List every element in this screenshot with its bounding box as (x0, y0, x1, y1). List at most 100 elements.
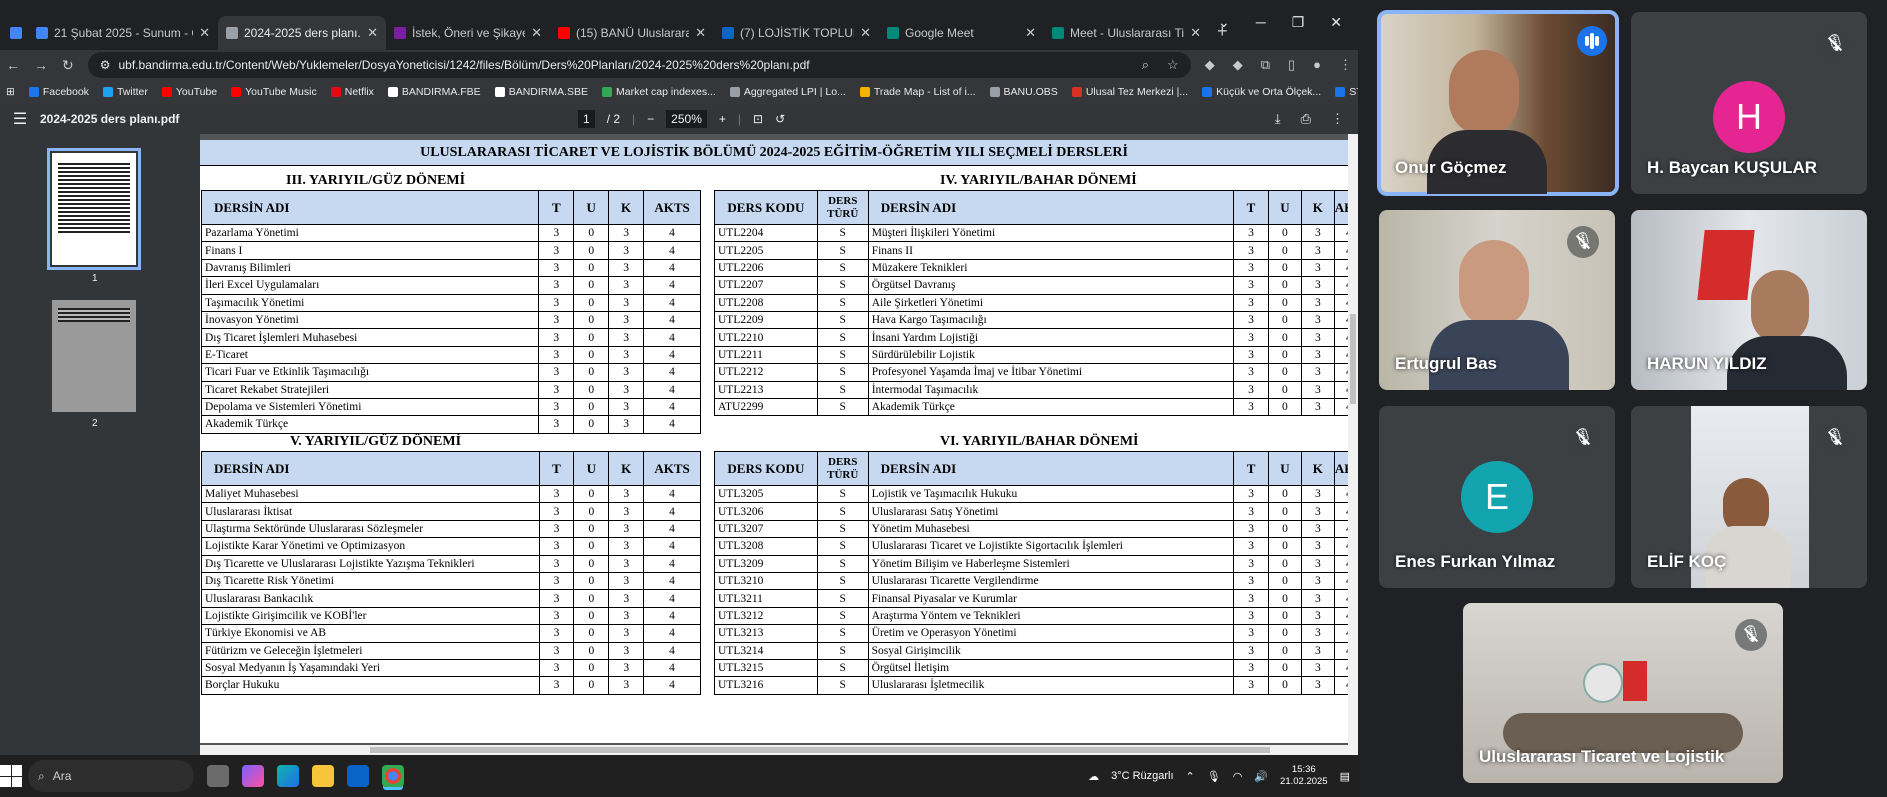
tab[interactable]: 2024-2025 ders planı.pdf ✕ (218, 16, 386, 50)
notifications-icon[interactable]: ▤ (1340, 770, 1350, 783)
more-options-icon[interactable]: ⋮ (1331, 111, 1344, 127)
extension-icon[interactable]: ◆ (1205, 57, 1215, 73)
reload-icon[interactable]: ↻ (62, 57, 74, 74)
table-cell: 3 (1300, 658, 1335, 678)
tab-close-icon[interactable]: ✕ (1190, 25, 1201, 41)
bookmark-label: Facebook (42, 86, 89, 98)
rotate-icon[interactable]: ↺ (775, 112, 785, 126)
zoom-out-icon[interactable]: − (647, 112, 654, 126)
table-cell: 0 (1267, 310, 1302, 330)
table-row: Ticaret Rekabet Stratejileri 3 0 3 4 (200, 380, 701, 399)
bookmark-item[interactable]: YouTube (161, 86, 217, 98)
zoom-in-icon[interactable]: + (719, 112, 726, 126)
bookmark-item[interactable]: YouTube Music (231, 86, 317, 98)
clock[interactable]: 15:36 21.02.2025 (1280, 764, 1328, 788)
back-icon[interactable]: ← (6, 57, 20, 73)
participant-tile[interactable]: E 🎙 Enes Furkan Yılmaz (1379, 406, 1615, 588)
apps-grid-icon[interactable]: ⊞ (6, 86, 15, 98)
taskbar-search[interactable]: ⌕ Ara (28, 760, 194, 792)
tab-close-icon[interactable]: ✕ (695, 25, 706, 41)
bookmark-item[interactable]: Ulusal Tez Merkezi |... (1071, 86, 1188, 98)
bookmark-item[interactable]: STRATEJİK YÖNETİ... (1335, 86, 1358, 98)
network-icon[interactable]: ◠ (1233, 770, 1243, 783)
pdf-viewport[interactable]: ULUSLARARASI TİCARET VE LOJİSTİK BÖLÜMÜ … (200, 134, 1358, 755)
tab[interactable]: (15) BANÜ Uluslararası Ticaret... ✕ (550, 16, 714, 50)
task-view-icon[interactable] (207, 765, 229, 787)
participant-tile[interactable]: 🎙 Uluslararası Ticaret ve Lojistik (1463, 603, 1783, 783)
bookmark-item[interactable]: Twitter (102, 86, 148, 98)
tab[interactable]: Meet - Uluslararası Ticaret ... ✕ (1044, 16, 1209, 50)
tab-close-icon[interactable]: ✕ (860, 25, 871, 41)
outlook-icon[interactable] (347, 765, 369, 787)
tab-close-icon[interactable]: ✕ (531, 25, 542, 41)
tab-close-icon[interactable]: ✕ (367, 25, 378, 41)
bookmark-item[interactable]: Trade Map - List of i... (859, 86, 976, 98)
zoom-input[interactable]: 250% (666, 110, 707, 128)
microphone-icon[interactable]: 🎙 (1207, 770, 1221, 783)
tab[interactable]: 21 Şubat 2025 - Sunum - Can... ✕ (28, 16, 218, 50)
start-button[interactable] (0, 765, 22, 787)
table-cell: 3 (1233, 276, 1269, 295)
profile-avatar[interactable]: ● (1313, 57, 1321, 73)
site-info-icon[interactable]: ⚙ (100, 58, 111, 72)
bookmark-item[interactable]: BANDIRMA.SBE (494, 86, 588, 98)
participant-tile[interactable]: 🎙 ELİF KOÇ (1631, 406, 1867, 588)
table-cell: 3 (608, 606, 645, 626)
tab-close-icon[interactable]: ✕ (199, 25, 210, 41)
tab[interactable]: (7) LOJİSTİK TOPLULUĞU BAN... ✕ (714, 16, 879, 50)
download-icon[interactable]: ⤓ (1275, 111, 1281, 127)
tab[interactable]: Google Meet ✕ (879, 16, 1044, 50)
table-row: UTL2210Sİnsani Yardım Lojistiği3034 (714, 328, 1348, 347)
chrome-icon[interactable] (382, 765, 404, 787)
fit-page-icon[interactable]: ⊡ (753, 112, 763, 126)
minimize-icon[interactable]: ─ (1256, 14, 1266, 31)
extension-icon[interactable]: ◆ (1233, 57, 1243, 73)
participant-tile[interactable]: 🎙 Ertugrul Bas (1379, 210, 1615, 390)
table-cell: Ticari Fuar ve Etkinlik Taşımacılığı (200, 363, 540, 382)
copilot-icon[interactable] (242, 765, 264, 787)
volume-icon[interactable]: 🔊 (1254, 770, 1268, 783)
print-icon[interactable]: ⎙ (1301, 111, 1311, 127)
table-cell: 3 (608, 519, 645, 539)
bookmark-item[interactable]: Aggregated LPI | Lo... (729, 86, 846, 98)
page-thumbnail-1[interactable] (47, 148, 141, 270)
tab[interactable] (2, 16, 28, 50)
address-bar[interactable]: ⚙ ubf.bandirma.edu.tr/Content/Web/Yuklem… (87, 52, 1191, 78)
bookmark-item[interactable]: BANU.OBS (989, 86, 1058, 98)
participant-tile[interactable]: Onur Göçmez (1377, 10, 1619, 196)
header-u: U (1268, 451, 1302, 486)
participant-tile[interactable]: H 🎙 H. Baycan KUŞULAR (1631, 12, 1867, 194)
tray-chevron-icon[interactable]: ⌃ (1186, 770, 1195, 783)
pdf-menu-icon[interactable]: ☰ (0, 109, 40, 129)
browser-menu-icon[interactable]: ⋮ (1339, 57, 1352, 73)
bookmark-item[interactable]: Netflix (330, 86, 374, 98)
page-thumbnail-2[interactable] (52, 300, 136, 412)
bookmark-label: Trade Map - List of i... (873, 86, 976, 98)
close-window-icon[interactable]: ✕ (1330, 14, 1342, 31)
table-cell: 4 (1333, 641, 1348, 660)
weather-text[interactable]: 3°C Rüzgarlı (1111, 770, 1173, 782)
bookmark-item[interactable]: Market cap indexes... (602, 86, 716, 98)
bookmark-item[interactable]: BANDIRMA.FBE (387, 86, 481, 98)
maximize-icon[interactable]: ❐ (1292, 14, 1305, 31)
bookmark-item[interactable]: Facebook (28, 86, 89, 98)
vertical-scrollbar[interactable] (1348, 134, 1358, 755)
tab-close-icon[interactable]: ✕ (1025, 25, 1036, 41)
participant-tile[interactable]: HARUN YILDIZ (1631, 210, 1867, 390)
extensions-puzzle-icon[interactable]: ⧉ (1261, 57, 1270, 73)
page-number-input[interactable]: 1 (578, 110, 595, 128)
table-cell: 4 (1333, 363, 1348, 382)
header-course-code: DERS KODU (714, 190, 818, 225)
table-cell: S (816, 624, 869, 643)
horizontal-scrollbar[interactable] (200, 745, 1348, 755)
side-panel-icon[interactable]: ▯ (1288, 57, 1295, 73)
zoom-icon[interactable]: ⌕ (1142, 57, 1149, 73)
forward-icon[interactable]: → (34, 57, 48, 73)
tab-favicon-icon (226, 27, 238, 39)
bookmark-star-icon[interactable]: ☆ (1167, 57, 1179, 73)
tab[interactable]: İstek, Öneri ve Şikayet Formu ✕ (386, 16, 550, 50)
edge-icon[interactable] (277, 765, 299, 787)
bookmark-item[interactable]: Küçük ve Orta Ölçek... (1202, 86, 1321, 98)
file-explorer-icon[interactable] (312, 765, 334, 787)
tab-search-icon[interactable]: ⌄ (1218, 14, 1230, 31)
